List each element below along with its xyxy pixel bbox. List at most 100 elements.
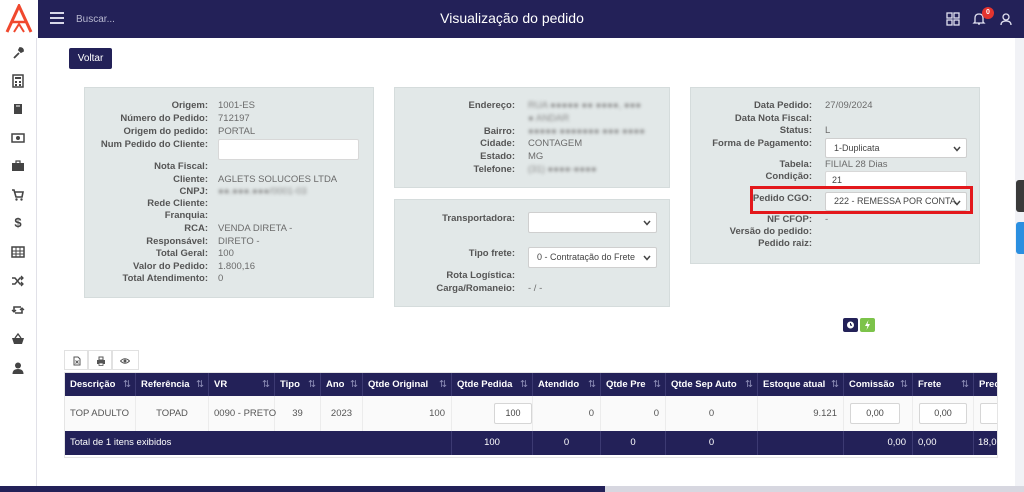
book-icon[interactable] [11,102,25,116]
preco-input[interactable] [980,403,997,424]
shuffle-icon[interactable] [11,274,25,288]
numero-pedido-label: Número do Pedido: [120,113,208,124]
dollar-icon[interactable]: $ [11,216,25,230]
origem-label: Origem: [171,100,208,111]
col-comissao[interactable]: Comissão ⇅ [844,373,913,396]
num-pedido-cliente-input[interactable] [218,139,359,160]
nf-cfop-label: NF CFOP: [767,214,812,225]
footer-preco: 18,0 [978,437,997,448]
print-button[interactable] [88,350,112,370]
col-atendido[interactable]: Atendido ⇅ [533,373,601,396]
bairro-value: ●●●●● ●●●●●●● ●●● ●●●● [528,126,645,137]
origem-pedido-value: PORTAL [218,126,256,137]
qtde-pedida-input[interactable]: 100 [494,403,532,424]
grid-apps-icon[interactable] [946,12,960,26]
col-vr[interactable]: VR ⇅ [209,373,275,396]
endereco-complemento: ● ANDAR [528,113,570,124]
transportadora-select[interactable] [528,212,657,233]
table-icon[interactable] [11,245,25,259]
table-footer: Total de 1 itens exibidos 100 0 0 0 0,00… [65,431,997,455]
cell-referencia: TOPAD [136,396,209,431]
app-logo[interactable] [0,0,38,38]
money-icon[interactable] [11,131,25,145]
origem-pedido-label: Origem do pedido: [123,126,208,137]
status-label: Status: [779,125,812,136]
cell-comissao: 0,00 [844,396,913,431]
col-ano[interactable]: Ano ⇅ [321,373,363,396]
sidebar: $ [0,38,37,492]
col-qtde-pedida[interactable]: Qtde Pedida ⇅ [452,373,533,396]
sort-icon: ⇅ [745,379,753,390]
right-side-tab-blue[interactable] [1016,222,1024,254]
col-preco[interactable]: Prec [974,373,997,396]
endereco-value: RUA ●●●●● ●● ●●●●, ●●● [528,100,642,111]
bottom-scroll-track [605,486,1024,492]
info-button[interactable] [843,318,858,332]
num-pedido-cliente-label: Num Pedido do Cliente: [100,139,208,150]
col-frete[interactable]: Frete ⇅ [913,373,974,396]
rede-cliente-label: Rede Cliente: [147,198,208,209]
telefone-label: Telefone: [473,164,515,175]
right-side-tab-dark[interactable] [1016,180,1024,212]
col-qtde-sep-auto[interactable]: Qtde Sep Auto ⇅ [666,373,758,396]
cart-icon[interactable] [11,188,25,202]
user-profile-icon[interactable] [999,12,1013,26]
user-icon[interactable] [11,361,25,375]
back-button[interactable]: Voltar [69,48,112,69]
forma-pagamento-label: Forma de Pagamento: [712,138,812,149]
col-qtde-pre[interactable]: Qtde Pre ⇅ [601,373,666,396]
cell-descricao: TOP ADULTO [65,396,136,431]
col-descricao[interactable]: Descrição ⇅ [65,373,136,396]
table-header: Descrição ⇅ Referência ⇅ VR ⇅ Tipo ⇅ Ano ⇅ Qt… [65,373,997,396]
sort-icon: ⇅ [196,379,204,390]
versao-pedido-label: Versão do pedido: [729,226,812,237]
col-referencia[interactable]: Referência ⇅ [136,373,209,396]
export-button[interactable] [64,350,88,370]
col-estoque-atual[interactable]: Estoque atual ⇅ [758,373,844,396]
print-icon [97,356,105,366]
table-row[interactable]: TOP ADULTO TOPAD 0090 - PRETO 39 2023 10… [65,396,997,431]
cell-estoque-atual: 9.121 [758,396,844,431]
cell-vr: 0090 - PRETO [209,396,276,431]
search-input[interactable] [76,10,276,28]
chevron-down-icon [643,220,651,226]
cell-preco [974,396,997,431]
sort-icon: ⇅ [588,379,596,390]
footer-qtde-pre: 0 [601,431,666,455]
franquia-label: Franquia: [164,210,208,221]
pedido-cgo-highlight [750,186,973,214]
file-excel-icon [73,356,81,366]
sort-icon: ⇅ [262,379,270,390]
frete-input[interactable]: 0,00 [919,403,967,424]
sort-icon: ⇅ [439,379,447,390]
bottom-scroll-bar[interactable] [0,486,605,492]
basket-icon[interactable] [11,332,25,346]
cell-ano: 2023 [321,396,363,431]
status-value: L [825,125,831,136]
col-tipo[interactable]: Tipo ⇅ [275,373,321,396]
calculator-icon[interactable] [11,74,25,88]
cell-frete: 0,00 [913,396,974,431]
wrench-icon[interactable] [11,46,25,60]
forma-pagamento-select[interactable]: 1-Duplicata [825,138,967,158]
sort-icon: ⇅ [831,379,839,390]
chevron-down-icon [953,146,961,152]
view-button[interactable] [112,350,139,370]
tipo-frete-select[interactable]: 0 - Contratação do Frete [528,247,657,268]
logo-icon [5,4,33,33]
footer-qtde-pedida: 100 [452,431,533,455]
sort-icon: ⇅ [350,379,358,390]
flash-button[interactable] [860,318,875,332]
comissao-input[interactable]: 0,00 [850,403,900,424]
cell-qtde-original: 100 [363,396,452,431]
cidade-value: CONTAGEM [528,138,583,149]
valor-pedido-label: Valor do Pedido: [133,261,208,272]
cnpj-label: CNPJ: [179,186,208,197]
retweet-icon[interactable] [11,303,25,317]
footer-total-label: Total de 1 itens exibidos [65,431,452,455]
origem-value: 1001-ES [218,100,255,111]
menu-toggle-icon[interactable] [50,12,64,24]
carga-romaneio-label: Carga/Romaneio: [436,283,515,294]
col-qtde-original[interactable]: Qtde Original ⇅ [363,373,452,396]
briefcase-icon[interactable] [11,159,25,173]
